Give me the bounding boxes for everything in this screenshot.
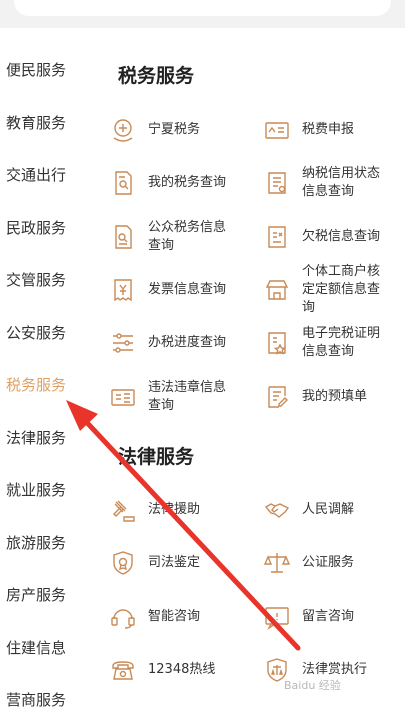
sidebar-item-housing[interactable]: 房产服务: [6, 575, 90, 615]
telephone-icon: [110, 657, 136, 683]
sliders-icon: [110, 330, 136, 356]
service-tax-arrears[interactable]: 欠税信息查询: [264, 217, 388, 257]
service-label: 12348热线: [148, 662, 216, 677]
service-tax-certificate[interactable]: 电子完税证明信息查询: [264, 323, 388, 363]
service-business-quota[interactable]: 个体工商户核定定额信息查询: [264, 264, 388, 315]
service-smart-consult[interactable]: 智能咨询: [110, 597, 234, 637]
gavel-icon: [110, 497, 136, 523]
service-legal-aid[interactable]: 法律援助: [110, 490, 234, 530]
service-message-consult[interactable]: 留言咨询: [264, 597, 388, 637]
scales-icon: [263, 550, 291, 576]
service-mediation[interactable]: 人民调解: [264, 490, 388, 530]
service-label: 纳税信用状态信息查询: [302, 166, 381, 199]
service-label: 公证服务: [302, 555, 355, 570]
invoice-icon: [110, 277, 136, 303]
sidebar-item-law[interactable]: 法律服务: [6, 418, 90, 458]
service-progress-query[interactable]: 办税进度查询: [110, 323, 234, 363]
sidebar-item-police[interactable]: 公安服务: [6, 313, 90, 353]
service-label: 欠税信息查询: [302, 229, 381, 244]
sidebar-item-traffic[interactable]: 交管服务: [6, 260, 90, 300]
service-public-tax-query[interactable]: 公众税务信息查询: [110, 217, 234, 257]
service-hotline[interactable]: 12348热线: [110, 650, 234, 690]
headset-icon: [110, 604, 136, 630]
service-label: 公众税务信息查询: [148, 220, 227, 253]
shop-icon: [264, 277, 290, 303]
violation-icon: [110, 384, 136, 410]
service-invoice-query[interactable]: 发票信息查询: [110, 270, 234, 310]
service-label: 宁夏税务: [148, 122, 201, 137]
service-ningxia-tax[interactable]: 宁夏税务: [110, 110, 234, 150]
service-notary[interactable]: 公证服务: [263, 543, 388, 583]
service-label: 税费申报: [302, 122, 355, 137]
watermark: Baidu 经验: [284, 679, 341, 692]
service-label: 智能咨询: [148, 609, 201, 624]
category-sidebar: 便民服务 教育服务 交通出行 民政服务 交管服务 公安服务 税务服务 法律服务 …: [0, 28, 90, 709]
search-bar[interactable]: [14, 0, 391, 16]
section-title-tax: 税务服务: [118, 65, 195, 87]
sidebar-item-construction[interactable]: 住建信息: [6, 628, 90, 668]
document-search-icon: [110, 170, 136, 196]
tax-document-icon: [264, 224, 290, 250]
service-violation-query[interactable]: 违法违章信息查询: [110, 377, 234, 417]
service-label: 我的预填单: [302, 389, 368, 404]
service-label: 电子完税证明信息查询: [302, 326, 381, 359]
message-icon: [264, 604, 290, 631]
sidebar-item-transport[interactable]: 交通出行: [6, 155, 90, 195]
service-my-tax-query[interactable]: 我的税务查询: [110, 163, 234, 203]
service-label: 司法鉴定: [148, 555, 201, 570]
list-document-icon: [264, 170, 290, 196]
service-label: 个体工商户核定定额信息查询: [302, 264, 381, 315]
sidebar-item-employment[interactable]: 就业服务: [6, 470, 90, 510]
document-search-icon: [110, 224, 136, 250]
tax-badge-icon: [110, 117, 136, 143]
sidebar-item-tourism[interactable]: 旅游服务: [6, 523, 90, 563]
sidebar-item-education[interactable]: 教育服务: [6, 103, 90, 143]
edit-form-icon: [264, 384, 290, 410]
handshake-icon: [264, 497, 290, 523]
service-tax-declare[interactable]: 税费申报: [264, 110, 388, 150]
service-label: 发票信息查询: [148, 282, 227, 297]
sidebar-item-tax[interactable]: 税务服务: [6, 365, 90, 405]
sidebar-item-convenience[interactable]: 便民服务: [6, 50, 90, 90]
service-label: 人民调解: [302, 502, 355, 517]
sidebar-item-civil[interactable]: 民政服务: [6, 208, 90, 248]
tax-certificate-icon: [264, 330, 290, 356]
service-label: 我的税务查询: [148, 175, 227, 190]
sidebar-item-business[interactable]: 营商服务: [6, 680, 90, 720]
shield-badge-icon: [110, 550, 136, 576]
service-label: 违法违章信息查询: [148, 380, 227, 413]
service-credit-status[interactable]: 纳税信用状态信息查询: [264, 163, 388, 203]
service-label: 留言咨询: [302, 609, 355, 624]
section-title-law: 法律服务: [118, 446, 195, 468]
service-label: 办税进度查询: [148, 335, 227, 350]
service-label: 法律援助: [148, 502, 201, 517]
top-bar: [0, 0, 405, 28]
tax-declare-icon: [264, 117, 290, 143]
service-judicial-appraisal[interactable]: 司法鉴定: [110, 543, 234, 583]
service-prefill-form[interactable]: 我的预填单: [264, 377, 388, 417]
